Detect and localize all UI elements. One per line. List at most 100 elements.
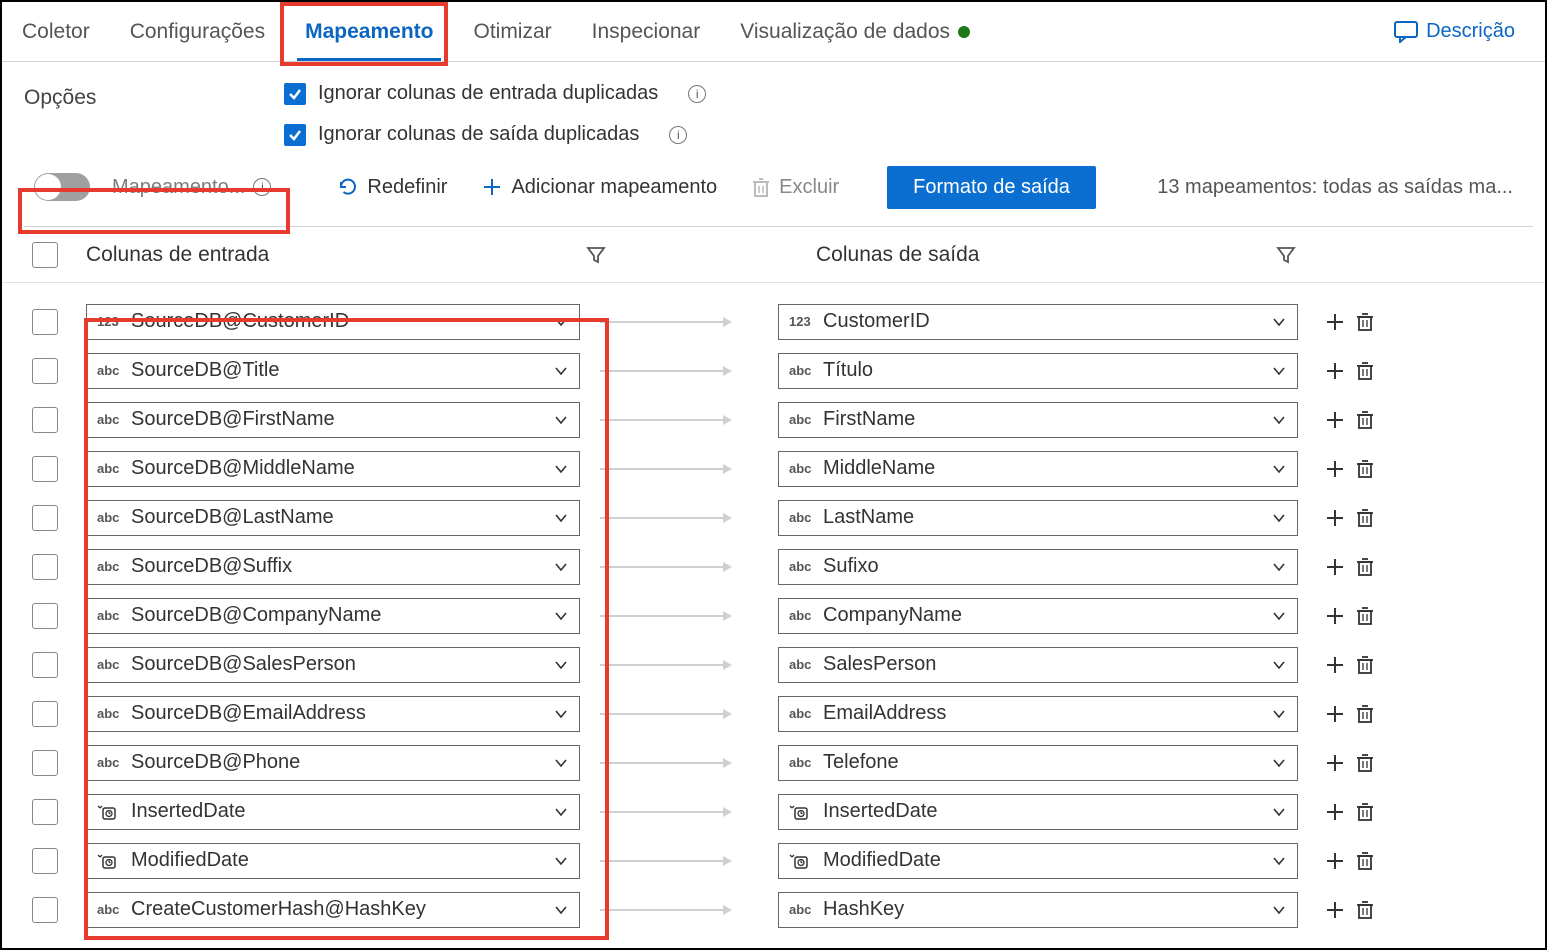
add-mapping-button[interactable]: Adicionar mapeamento bbox=[469, 170, 729, 205]
input-column-dropdown[interactable]: abcSourceDB@LastName bbox=[86, 500, 580, 536]
select-all-checkbox[interactable] bbox=[32, 242, 58, 268]
add-row-button[interactable] bbox=[1320, 650, 1350, 680]
output-format-label: Formato de saída bbox=[913, 176, 1070, 198]
row-checkbox[interactable] bbox=[32, 799, 58, 825]
row-checkbox[interactable] bbox=[32, 897, 58, 923]
input-column-dropdown[interactable]: abcSourceDB@CompanyName bbox=[86, 598, 580, 634]
filter-icon[interactable] bbox=[586, 245, 618, 265]
tab-inspecionar[interactable]: Inspecionar bbox=[572, 2, 721, 61]
add-row-button[interactable] bbox=[1320, 503, 1350, 533]
delete-row-button[interactable] bbox=[1350, 748, 1380, 778]
input-column-value: SourceDB@FirstName bbox=[131, 408, 335, 431]
output-column-dropdown[interactable]: abcSalesPerson bbox=[778, 647, 1298, 683]
delete-row-button[interactable] bbox=[1350, 650, 1380, 680]
row-checkbox[interactable] bbox=[32, 750, 58, 776]
output-column-dropdown[interactable]: 123CustomerID bbox=[778, 304, 1298, 340]
add-row-button[interactable] bbox=[1320, 699, 1350, 729]
delete-row-button[interactable] bbox=[1350, 454, 1380, 484]
delete-label: Excluir bbox=[779, 176, 839, 199]
auto-mapping-toggle[interactable]: Mapeamento... i bbox=[24, 164, 281, 210]
add-row-button[interactable] bbox=[1320, 307, 1350, 337]
output-column-dropdown[interactable]: ModifiedDate bbox=[778, 843, 1298, 879]
delete-row-button[interactable] bbox=[1350, 846, 1380, 876]
delete-row-button[interactable] bbox=[1350, 356, 1380, 386]
add-row-button[interactable] bbox=[1320, 846, 1350, 876]
output-column-dropdown[interactable]: abcEmailAddress bbox=[778, 696, 1298, 732]
skip-dup-output-checkbox[interactable] bbox=[284, 124, 306, 146]
row-checkbox[interactable] bbox=[32, 309, 58, 335]
info-icon[interactable]: i bbox=[688, 85, 706, 103]
mapping-arrow-icon bbox=[580, 566, 750, 568]
row-checkbox[interactable] bbox=[32, 554, 58, 580]
row-checkbox[interactable] bbox=[32, 603, 58, 629]
output-column-dropdown[interactable]: abcHashKey bbox=[778, 892, 1298, 928]
row-checkbox[interactable] bbox=[32, 652, 58, 678]
output-column-dropdown[interactable]: abcTelefone bbox=[778, 745, 1298, 781]
output-column-dropdown[interactable]: abcTítulo bbox=[778, 353, 1298, 389]
delete-row-button[interactable] bbox=[1350, 797, 1380, 827]
input-column-dropdown[interactable]: InsertedDate bbox=[86, 794, 580, 830]
mapping-row: abcSourceDB@MiddleName abcMiddleName bbox=[2, 444, 1545, 493]
row-checkbox[interactable] bbox=[32, 505, 58, 531]
tab-visualizacao[interactable]: Visualização de dados bbox=[720, 2, 990, 61]
row-checkbox[interactable] bbox=[32, 407, 58, 433]
input-column-dropdown[interactable]: abcSourceDB@MiddleName bbox=[86, 451, 580, 487]
input-column-dropdown[interactable]: abcSourceDB@EmailAddress bbox=[86, 696, 580, 732]
skip-dup-input-checkbox[interactable] bbox=[284, 83, 306, 105]
input-column-dropdown[interactable]: abcSourceDB@FirstName bbox=[86, 402, 580, 438]
input-column-dropdown[interactable]: 123SourceDB@CustomerID bbox=[86, 304, 580, 340]
output-column-dropdown[interactable]: abcCompanyName bbox=[778, 598, 1298, 634]
output-format-button[interactable]: Formato de saída bbox=[887, 166, 1096, 209]
input-column-value: ModifiedDate bbox=[131, 849, 249, 872]
input-column-dropdown[interactable]: abcSourceDB@Phone bbox=[86, 745, 580, 781]
delete-row-button[interactable] bbox=[1350, 699, 1380, 729]
mapping-arrow-icon bbox=[580, 664, 750, 666]
tab-mapeamento[interactable]: Mapeamento bbox=[285, 2, 453, 61]
input-column-dropdown[interactable]: abcSourceDB@SalesPerson bbox=[86, 647, 580, 683]
add-row-button[interactable] bbox=[1320, 552, 1350, 582]
row-checkbox[interactable] bbox=[32, 848, 58, 874]
mapping-rows: 123SourceDB@CustomerID 123CustomerID abcSo… bbox=[2, 283, 1545, 934]
output-column-dropdown[interactable]: abcLastName bbox=[778, 500, 1298, 536]
input-column-dropdown[interactable]: abcSourceDB@Suffix bbox=[86, 549, 580, 585]
input-column-dropdown[interactable]: ModifiedDate bbox=[86, 843, 580, 879]
input-column-value: SourceDB@SalesPerson bbox=[131, 653, 356, 676]
mapping-arrow-icon bbox=[580, 370, 750, 372]
input-column-dropdown[interactable]: abcSourceDB@Title bbox=[86, 353, 580, 389]
output-columns-header: Colunas de saída bbox=[816, 243, 979, 267]
row-checkbox[interactable] bbox=[32, 456, 58, 482]
output-column-dropdown[interactable]: abcSufixo bbox=[778, 549, 1298, 585]
delete-row-button[interactable] bbox=[1350, 895, 1380, 925]
delete-row-button[interactable] bbox=[1350, 405, 1380, 435]
delete-row-button[interactable] bbox=[1350, 552, 1380, 582]
filter-icon[interactable] bbox=[1276, 245, 1308, 265]
reset-button[interactable]: Redefinir bbox=[325, 170, 459, 205]
tab-coletor[interactable]: Coletor bbox=[2, 2, 110, 61]
options-heading: Opções bbox=[24, 82, 284, 146]
output-column-dropdown[interactable]: abcFirstName bbox=[778, 402, 1298, 438]
input-column-dropdown[interactable]: abcCreateCustomerHash@HashKey bbox=[86, 892, 580, 928]
tab-configuracoes[interactable]: Configurações bbox=[110, 2, 285, 61]
add-row-button[interactable] bbox=[1320, 454, 1350, 484]
delete-row-button[interactable] bbox=[1350, 503, 1380, 533]
delete-row-button[interactable] bbox=[1350, 601, 1380, 631]
row-checkbox[interactable] bbox=[32, 358, 58, 384]
output-column-dropdown[interactable]: abcMiddleName bbox=[778, 451, 1298, 487]
row-checkbox[interactable] bbox=[32, 701, 58, 727]
info-icon[interactable]: i bbox=[669, 126, 687, 144]
tab-otimizar[interactable]: Otimizar bbox=[453, 2, 571, 61]
reset-label: Redefinir bbox=[367, 176, 447, 199]
options-panel: Opções Ignorar colunas de entrada duplic… bbox=[2, 62, 1545, 227]
add-row-button[interactable] bbox=[1320, 895, 1350, 925]
add-row-button[interactable] bbox=[1320, 748, 1350, 778]
output-column-dropdown[interactable]: InsertedDate bbox=[778, 794, 1298, 830]
delete-button[interactable]: Excluir bbox=[739, 170, 851, 205]
add-row-button[interactable] bbox=[1320, 601, 1350, 631]
add-row-button[interactable] bbox=[1320, 797, 1350, 827]
delete-row-button[interactable] bbox=[1350, 307, 1380, 337]
output-column-value: InsertedDate bbox=[823, 800, 938, 823]
add-row-button[interactable] bbox=[1320, 405, 1350, 435]
add-row-button[interactable] bbox=[1320, 356, 1350, 386]
info-icon[interactable]: i bbox=[253, 178, 271, 196]
description-button[interactable]: Descrição bbox=[1394, 20, 1545, 43]
